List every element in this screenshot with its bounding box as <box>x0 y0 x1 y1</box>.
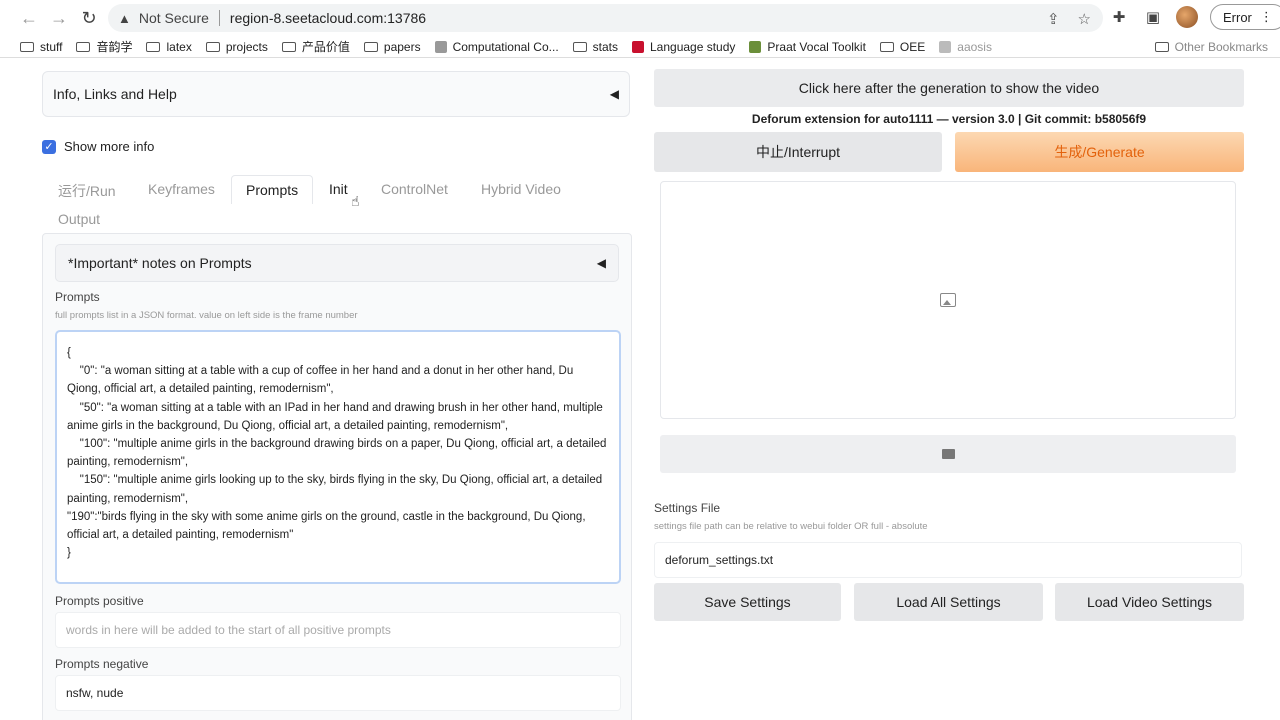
tab-prompts[interactable]: Prompts <box>231 175 314 204</box>
browser-toolbar: ← → ↻ ▲ Not Secure region-8.seetacloud.c… <box>0 0 1280 36</box>
bookmark-label: OEE <box>899 39 926 54</box>
folder-icon <box>281 41 296 52</box>
error-label: Error <box>1223 9 1252 25</box>
generate-button[interactable]: 生成/Generate <box>955 132 1244 172</box>
load-video-settings-button[interactable]: Load Video Settings <box>1055 583 1244 621</box>
forward-arrow-icon[interactable]: → <box>44 3 74 33</box>
extension-info: Deforum extension for auto1111 — version… <box>751 112 1147 126</box>
extensions-icon[interactable]: ✚ <box>1108 6 1130 28</box>
bookmark-label: 音韵学 <box>96 40 133 54</box>
triangle-left-icon: ◀ <box>609 87 619 101</box>
bookmark-item[interactable]: Language study <box>632 40 735 54</box>
folder-icon <box>879 41 894 52</box>
prompts-panel: *Important* notes on Prompts ◀ Prompts f… <box>42 233 632 720</box>
hand-cursor-icon: ☝ <box>351 193 360 209</box>
star-icon[interactable]: ☆ <box>1078 10 1091 28</box>
bookmark-label: stuff <box>40 39 63 54</box>
info-accordion[interactable]: Info, Links and Help ◀ <box>42 71 630 117</box>
site-icon <box>434 40 447 53</box>
prompts-hint: full prompts list in a JSON format. valu… <box>55 310 358 321</box>
bookmark-item[interactable]: projects <box>205 39 268 54</box>
bookmark-label: Language study <box>650 39 736 54</box>
other-bookmarks-label: Other Bookmarks <box>1174 40 1268 54</box>
error-button[interactable]: Error ⋮ <box>1210 4 1280 30</box>
tab-init[interactable]: Init <box>329 181 348 197</box>
checkbox-checked-icon[interactable]: ✓ <box>42 139 56 154</box>
show-more-info-label: Show more info <box>64 139 155 154</box>
bookmark-label: Praat Vocal Toolkit <box>767 39 866 54</box>
warning-icon: ▲ <box>118 10 131 26</box>
site-icon <box>939 40 952 53</box>
settings-file-label: Settings File <box>654 501 721 515</box>
image-icon <box>940 293 956 307</box>
folder-icon <box>363 41 378 52</box>
prompts-negative-label: Prompts negative <box>55 657 149 671</box>
bookmark-item[interactable]: stats <box>572 39 618 54</box>
tab-output[interactable]: Output <box>58 211 100 227</box>
bookmarks-bar: stuff 音韵学 latex projects 产品价值 papers Com… <box>0 36 1280 58</box>
prompts-label: Prompts <box>55 290 100 304</box>
folder-icon <box>146 41 161 52</box>
page: Info, Links and Help ◀ ✓ Show more info … <box>0 59 1280 720</box>
folder-icon <box>20 41 34 52</box>
open-folder-button[interactable] <box>660 435 1236 473</box>
menu-dots-icon: ⋮ <box>1259 9 1273 24</box>
share-icon[interactable]: ⇪ <box>1047 10 1060 28</box>
folder-icon <box>941 449 955 459</box>
notes-accordion-label: *Important* notes on Prompts <box>68 255 252 271</box>
bookmark-label: 产品价值 <box>301 40 350 54</box>
address-bar[interactable]: ▲ Not Secure region-8.seetacloud.com:137… <box>108 4 1103 32</box>
bookmark-label: stats <box>592 39 618 54</box>
interrupt-button[interactable]: 中止/Interrupt <box>654 132 942 172</box>
not-secure-label: Not Secure <box>138 10 209 26</box>
bookmark-label: projects <box>225 39 268 54</box>
folder-icon <box>572 41 587 52</box>
bookmark-label: latex <box>166 39 192 54</box>
sidepanel-icon[interactable]: ▣ <box>1142 6 1164 28</box>
url-text: region-8.seetacloud.com:13786 <box>229 10 427 26</box>
other-bookmarks[interactable]: Other Bookmarks <box>1154 40 1268 54</box>
divider <box>218 10 220 26</box>
site-icon <box>749 40 762 53</box>
bookmark-label: aaosis <box>957 39 992 54</box>
info-accordion-label: Info, Links and Help <box>53 86 177 102</box>
tab-run[interactable]: 运行/Run <box>58 181 116 201</box>
load-all-settings-button[interactable]: Load All Settings <box>854 583 1043 621</box>
bookmark-item[interactable]: latex <box>146 39 192 54</box>
bookmark-item[interactable]: aaosis <box>939 40 992 54</box>
avatar[interactable] <box>1176 6 1198 28</box>
bookmark-label: Computational Co... <box>452 39 559 54</box>
bookmark-item[interactable]: Praat Vocal Toolkit <box>749 40 866 54</box>
tab-keyframes[interactable]: Keyframes <box>148 181 215 197</box>
bookmark-label: papers <box>383 39 421 54</box>
bookmark-item[interactable]: OEE <box>879 39 926 54</box>
settings-file-input[interactable]: deforum_settings.txt <box>654 542 1242 578</box>
tab-hybrid-video[interactable]: Hybrid Video <box>481 181 561 197</box>
reload-icon[interactable]: ↻ <box>74 3 104 33</box>
prompts-textarea[interactable]: { "0": "a woman sitting at a table with … <box>55 330 621 584</box>
folder-icon <box>76 41 91 52</box>
show-video-button[interactable]: Click here after the generation to show … <box>654 69 1244 107</box>
notes-accordion[interactable]: *Important* notes on Prompts ◀ <box>55 244 619 282</box>
bookmark-item[interactable]: 产品价值 <box>281 38 350 55</box>
prompts-positive-label: Prompts positive <box>55 594 144 608</box>
prompts-negative-input[interactable]: nsfw, nude <box>55 675 621 711</box>
show-more-info[interactable]: ✓ Show more info <box>42 139 154 154</box>
bookmark-item[interactable]: 音韵学 <box>76 38 132 55</box>
site-icon <box>632 40 644 53</box>
bookmark-item[interactable]: Computational Co... <box>434 39 559 54</box>
save-settings-button[interactable]: Save Settings <box>654 583 841 621</box>
triangle-left-icon: ◀ <box>596 256 606 270</box>
folder-icon <box>1154 42 1169 52</box>
output-gallery <box>660 181 1236 419</box>
tab-controlnet[interactable]: ControlNet <box>381 181 448 197</box>
prompts-positive-input[interactable]: words in here will be added to the start… <box>55 612 621 648</box>
folder-icon <box>205 41 220 52</box>
back-arrow-icon[interactable]: ← <box>14 3 44 33</box>
bookmark-item[interactable]: stuff <box>20 40 62 54</box>
bookmark-item[interactable]: papers <box>363 39 421 54</box>
settings-file-hint: settings file path can be relative to we… <box>654 521 928 532</box>
